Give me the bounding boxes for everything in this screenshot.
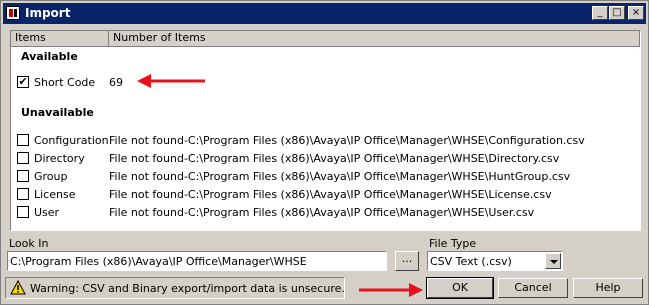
item-status: File not found-C:\Program Files (x86)\Av… (109, 134, 585, 147)
cancel-button[interactable]: Cancel (498, 278, 568, 298)
close-button[interactable]: × (628, 6, 644, 20)
user-checkbox[interactable] (17, 206, 29, 218)
available-group-header: Available (21, 50, 78, 63)
maximize-button[interactable]: □ (609, 6, 625, 20)
item-name: Directory (34, 152, 85, 165)
item-name: License (34, 188, 76, 201)
annotation-arrow-icon (359, 283, 423, 297)
license-checkbox[interactable] (17, 188, 29, 200)
directory-checkbox[interactable] (17, 152, 29, 164)
import-dialog: Import _ □ × Items Number of Items Avail… (0, 0, 649, 305)
warning-icon (10, 280, 26, 295)
item-status: File not found-C:\Program Files (x86)\Av… (109, 206, 535, 219)
ok-button[interactable]: OK (426, 277, 494, 299)
list-item[interactable]: ✔ Short Code 69 (11, 73, 640, 91)
item-count: 69 (109, 76, 123, 89)
configuration-checkbox[interactable] (17, 134, 29, 146)
item-status: File not found-C:\Program Files (x86)\Av… (109, 188, 552, 201)
group-checkbox[interactable] (17, 170, 29, 182)
unavailable-group-header: Unavailable (21, 106, 94, 119)
warning-bar: Warning: CSV and Binary export/import da… (5, 277, 345, 299)
item-name: User (34, 206, 60, 219)
browse-button[interactable]: ... (395, 251, 419, 271)
list-item[interactable]: Configuration File not found-C:\Program … (11, 131, 640, 149)
column-header-items[interactable]: Items (11, 31, 109, 47)
minimize-button[interactable]: _ (592, 6, 608, 20)
list-item[interactable]: Directory File not found-C:\Program File… (11, 149, 640, 167)
warning-text: Warning: CSV and Binary export/import da… (30, 282, 345, 295)
help-button[interactable]: Help (573, 278, 643, 298)
item-status: File not found-C:\Program Files (x86)\Av… (109, 170, 571, 183)
file-type-value: CSV Text (.csv) (430, 255, 512, 268)
list-item[interactable]: License File not found-C:\Program Files … (11, 185, 640, 203)
list-item[interactable]: User File not found-C:\Program Files (x8… (11, 203, 640, 221)
look-in-field[interactable]: C:\Program Files (x86)\Avaya\IP Office\M… (7, 251, 387, 271)
title-bar[interactable]: Import _ □ × (3, 3, 646, 24)
item-name: Configuration (34, 134, 109, 147)
items-list[interactable]: Items Number of Items Available ✔ Short … (10, 30, 641, 231)
item-name: Short Code (34, 76, 96, 89)
chevron-down-icon[interactable] (545, 253, 561, 269)
look-in-label: Look In (9, 237, 49, 250)
column-header-number-of-items[interactable]: Number of Items (109, 31, 640, 47)
app-icon (6, 6, 20, 20)
file-type-label: File Type (429, 237, 477, 250)
item-name: Group (34, 170, 68, 183)
window-title: Import (25, 6, 71, 20)
annotation-arrow-icon (137, 74, 205, 88)
item-status: File not found-C:\Program Files (x86)\Av… (109, 152, 560, 165)
short-code-checkbox[interactable]: ✔ (17, 76, 29, 88)
list-item[interactable]: Group File not found-C:\Program Files (x… (11, 167, 640, 185)
file-type-select[interactable]: CSV Text (.csv) (427, 251, 563, 271)
